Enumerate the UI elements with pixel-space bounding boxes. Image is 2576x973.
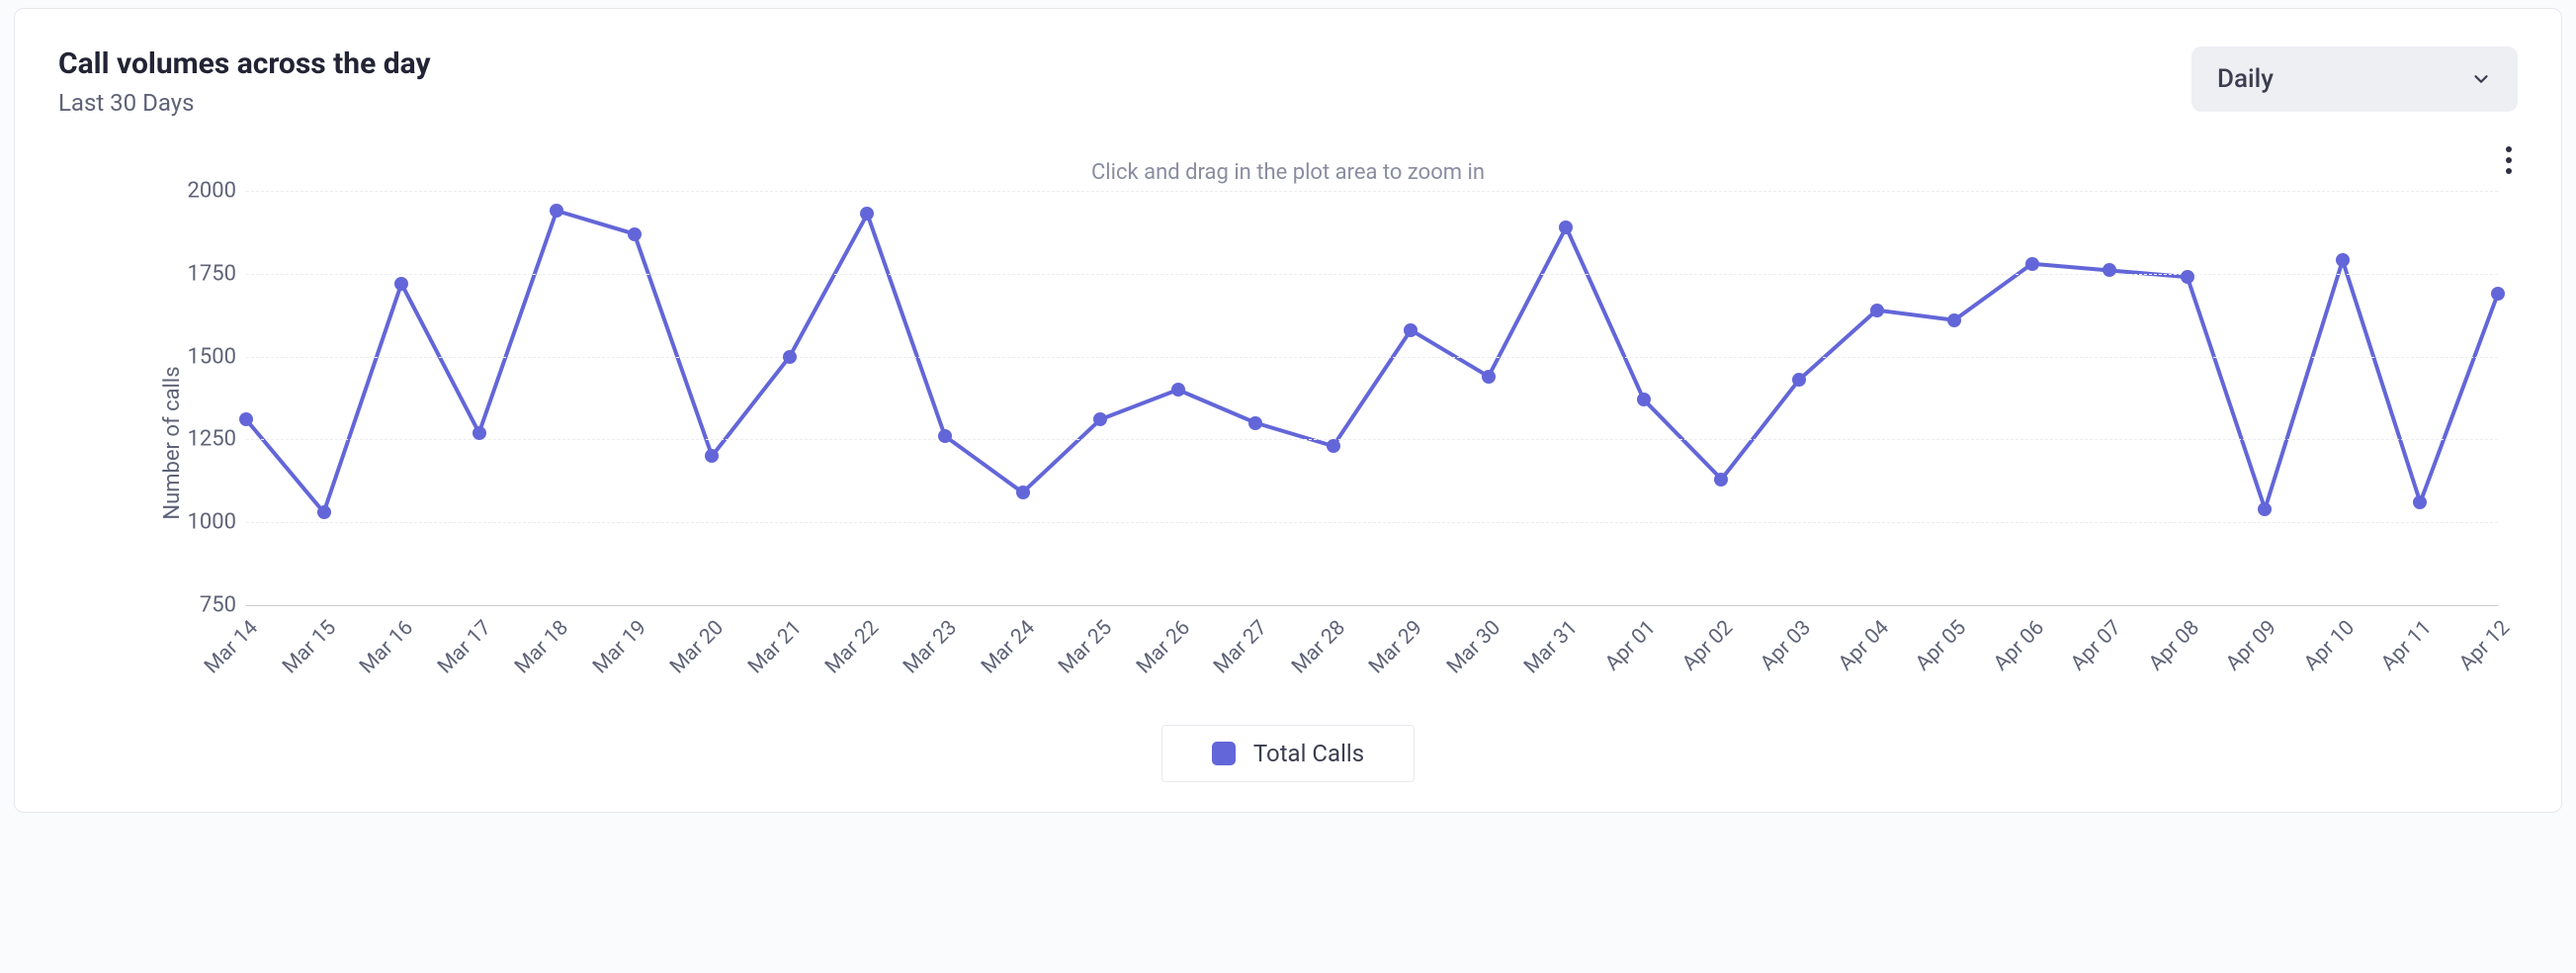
data-point bbox=[1792, 373, 1806, 387]
y-tick-label: 1750 bbox=[188, 261, 236, 286]
x-tick-label: Mar 14 bbox=[201, 616, 263, 678]
x-tick-label: Mar 16 bbox=[356, 616, 418, 678]
x-tick-label: Apr 04 bbox=[1834, 616, 1893, 675]
data-point bbox=[1714, 473, 1728, 486]
x-tick-label: Apr 08 bbox=[2144, 616, 2203, 675]
data-point bbox=[938, 429, 952, 443]
x-tick-label: Mar 15 bbox=[278, 616, 340, 678]
card-subtitle: Last 30 Days bbox=[58, 89, 431, 117]
data-point bbox=[705, 449, 719, 463]
legend-label: Total Calls bbox=[1253, 740, 1364, 767]
data-point bbox=[2103, 263, 2116, 277]
y-tick-label: 1250 bbox=[188, 427, 236, 452]
x-tick-label: Mar 27 bbox=[1210, 616, 1272, 678]
y-tick-label: 750 bbox=[200, 593, 236, 618]
gridline bbox=[246, 522, 2498, 523]
data-point bbox=[1559, 221, 1573, 234]
y-tick-label: 1000 bbox=[188, 510, 236, 535]
title-block: Call volumes across the day Last 30 Days bbox=[58, 46, 431, 117]
x-tick-label: Mar 24 bbox=[977, 616, 1039, 678]
data-point bbox=[1248, 416, 1262, 430]
data-point bbox=[2413, 495, 2427, 509]
plot-area[interactable]: 75010001250150017502000 bbox=[246, 191, 2498, 606]
data-point bbox=[1870, 304, 1884, 317]
zoom-hint: Click and drag in the plot area to zoom … bbox=[58, 160, 2518, 185]
x-tick-label: Mar 17 bbox=[433, 616, 495, 678]
gridline bbox=[246, 357, 2498, 358]
x-tick-label: Mar 22 bbox=[821, 616, 884, 678]
x-tick-label: Mar 25 bbox=[1055, 616, 1117, 678]
x-tick-label: Apr 07 bbox=[2067, 616, 2126, 675]
data-point bbox=[1093, 412, 1107, 426]
period-dropdown-label: Daily bbox=[2217, 64, 2274, 94]
line-series bbox=[246, 191, 2498, 605]
x-tick-label: Mar 23 bbox=[900, 616, 962, 678]
plot[interactable]: 75010001250150017502000 bbox=[187, 191, 2498, 606]
x-tick-label: Mar 26 bbox=[1132, 616, 1194, 678]
legend: Total Calls bbox=[58, 725, 2518, 782]
data-point bbox=[1171, 383, 1185, 397]
data-point bbox=[2258, 502, 2272, 516]
x-tick-label: Apr 03 bbox=[1757, 616, 1816, 675]
data-point bbox=[394, 277, 408, 291]
card-title: Call volumes across the day bbox=[58, 46, 431, 81]
x-tick-label: Apr 05 bbox=[1912, 616, 1971, 675]
y-tick-label: 1500 bbox=[188, 344, 236, 369]
x-tick-label: Apr 09 bbox=[2222, 616, 2281, 675]
x-tick-label: Mar 18 bbox=[511, 616, 573, 678]
x-tick-label: Apr 12 bbox=[2455, 616, 2515, 675]
y-tick-label: 2000 bbox=[188, 179, 236, 204]
x-tick-label: Apr 01 bbox=[1600, 616, 1660, 675]
data-point bbox=[2336, 253, 2350, 267]
data-point bbox=[1637, 393, 1651, 406]
data-point bbox=[317, 505, 331, 519]
data-point bbox=[628, 227, 642, 241]
x-tick-label: Mar 28 bbox=[1287, 616, 1349, 678]
data-point bbox=[1327, 439, 1340, 453]
data-point bbox=[2491, 287, 2505, 301]
kebab-dot-icon bbox=[2506, 146, 2512, 152]
more-options-button[interactable] bbox=[2500, 135, 2518, 185]
data-point bbox=[2181, 270, 2194, 284]
x-tick-label: Mar 29 bbox=[1365, 616, 1427, 678]
y-axis-label: Number of calls bbox=[160, 366, 185, 519]
x-tick-label: Apr 10 bbox=[2299, 616, 2359, 675]
chart-container: Number of calls 75010001250150017502000 … bbox=[58, 191, 2518, 695]
x-tick-label: Mar 31 bbox=[1520, 616, 1583, 678]
kebab-dot-icon bbox=[2506, 168, 2512, 174]
chevron-down-icon bbox=[2470, 68, 2492, 90]
data-point bbox=[860, 207, 874, 221]
x-tick-label: Mar 19 bbox=[588, 616, 650, 678]
card-header: Call volumes across the day Last 30 Days… bbox=[58, 46, 2518, 117]
x-tick-label: Apr 06 bbox=[1989, 616, 2048, 675]
call-volumes-card: Call volumes across the day Last 30 Days… bbox=[14, 8, 2562, 813]
x-axis: Mar 14Mar 15Mar 16Mar 17Mar 18Mar 19Mar … bbox=[246, 616, 2498, 695]
x-tick-label: Apr 02 bbox=[1678, 616, 1738, 675]
data-point bbox=[2025, 257, 2039, 271]
x-tick-label: Mar 21 bbox=[743, 616, 806, 678]
gridline bbox=[246, 439, 2498, 440]
kebab-dot-icon bbox=[2506, 157, 2512, 163]
data-point bbox=[472, 426, 486, 440]
gridline bbox=[246, 191, 2498, 192]
gridline bbox=[246, 274, 2498, 275]
legend-item-total-calls[interactable]: Total Calls bbox=[1161, 725, 1415, 782]
data-point bbox=[1404, 323, 1417, 337]
legend-swatch-icon bbox=[1212, 742, 1236, 765]
data-point bbox=[1482, 370, 1496, 384]
period-dropdown[interactable]: Daily bbox=[2191, 46, 2518, 112]
data-point bbox=[550, 204, 563, 218]
data-point bbox=[1947, 313, 1961, 327]
data-point bbox=[239, 412, 253, 426]
x-tick-label: Mar 20 bbox=[666, 616, 729, 678]
x-tick-label: Apr 11 bbox=[2377, 616, 2437, 675]
data-point bbox=[1016, 486, 1030, 499]
x-tick-label: Mar 30 bbox=[1442, 616, 1504, 678]
